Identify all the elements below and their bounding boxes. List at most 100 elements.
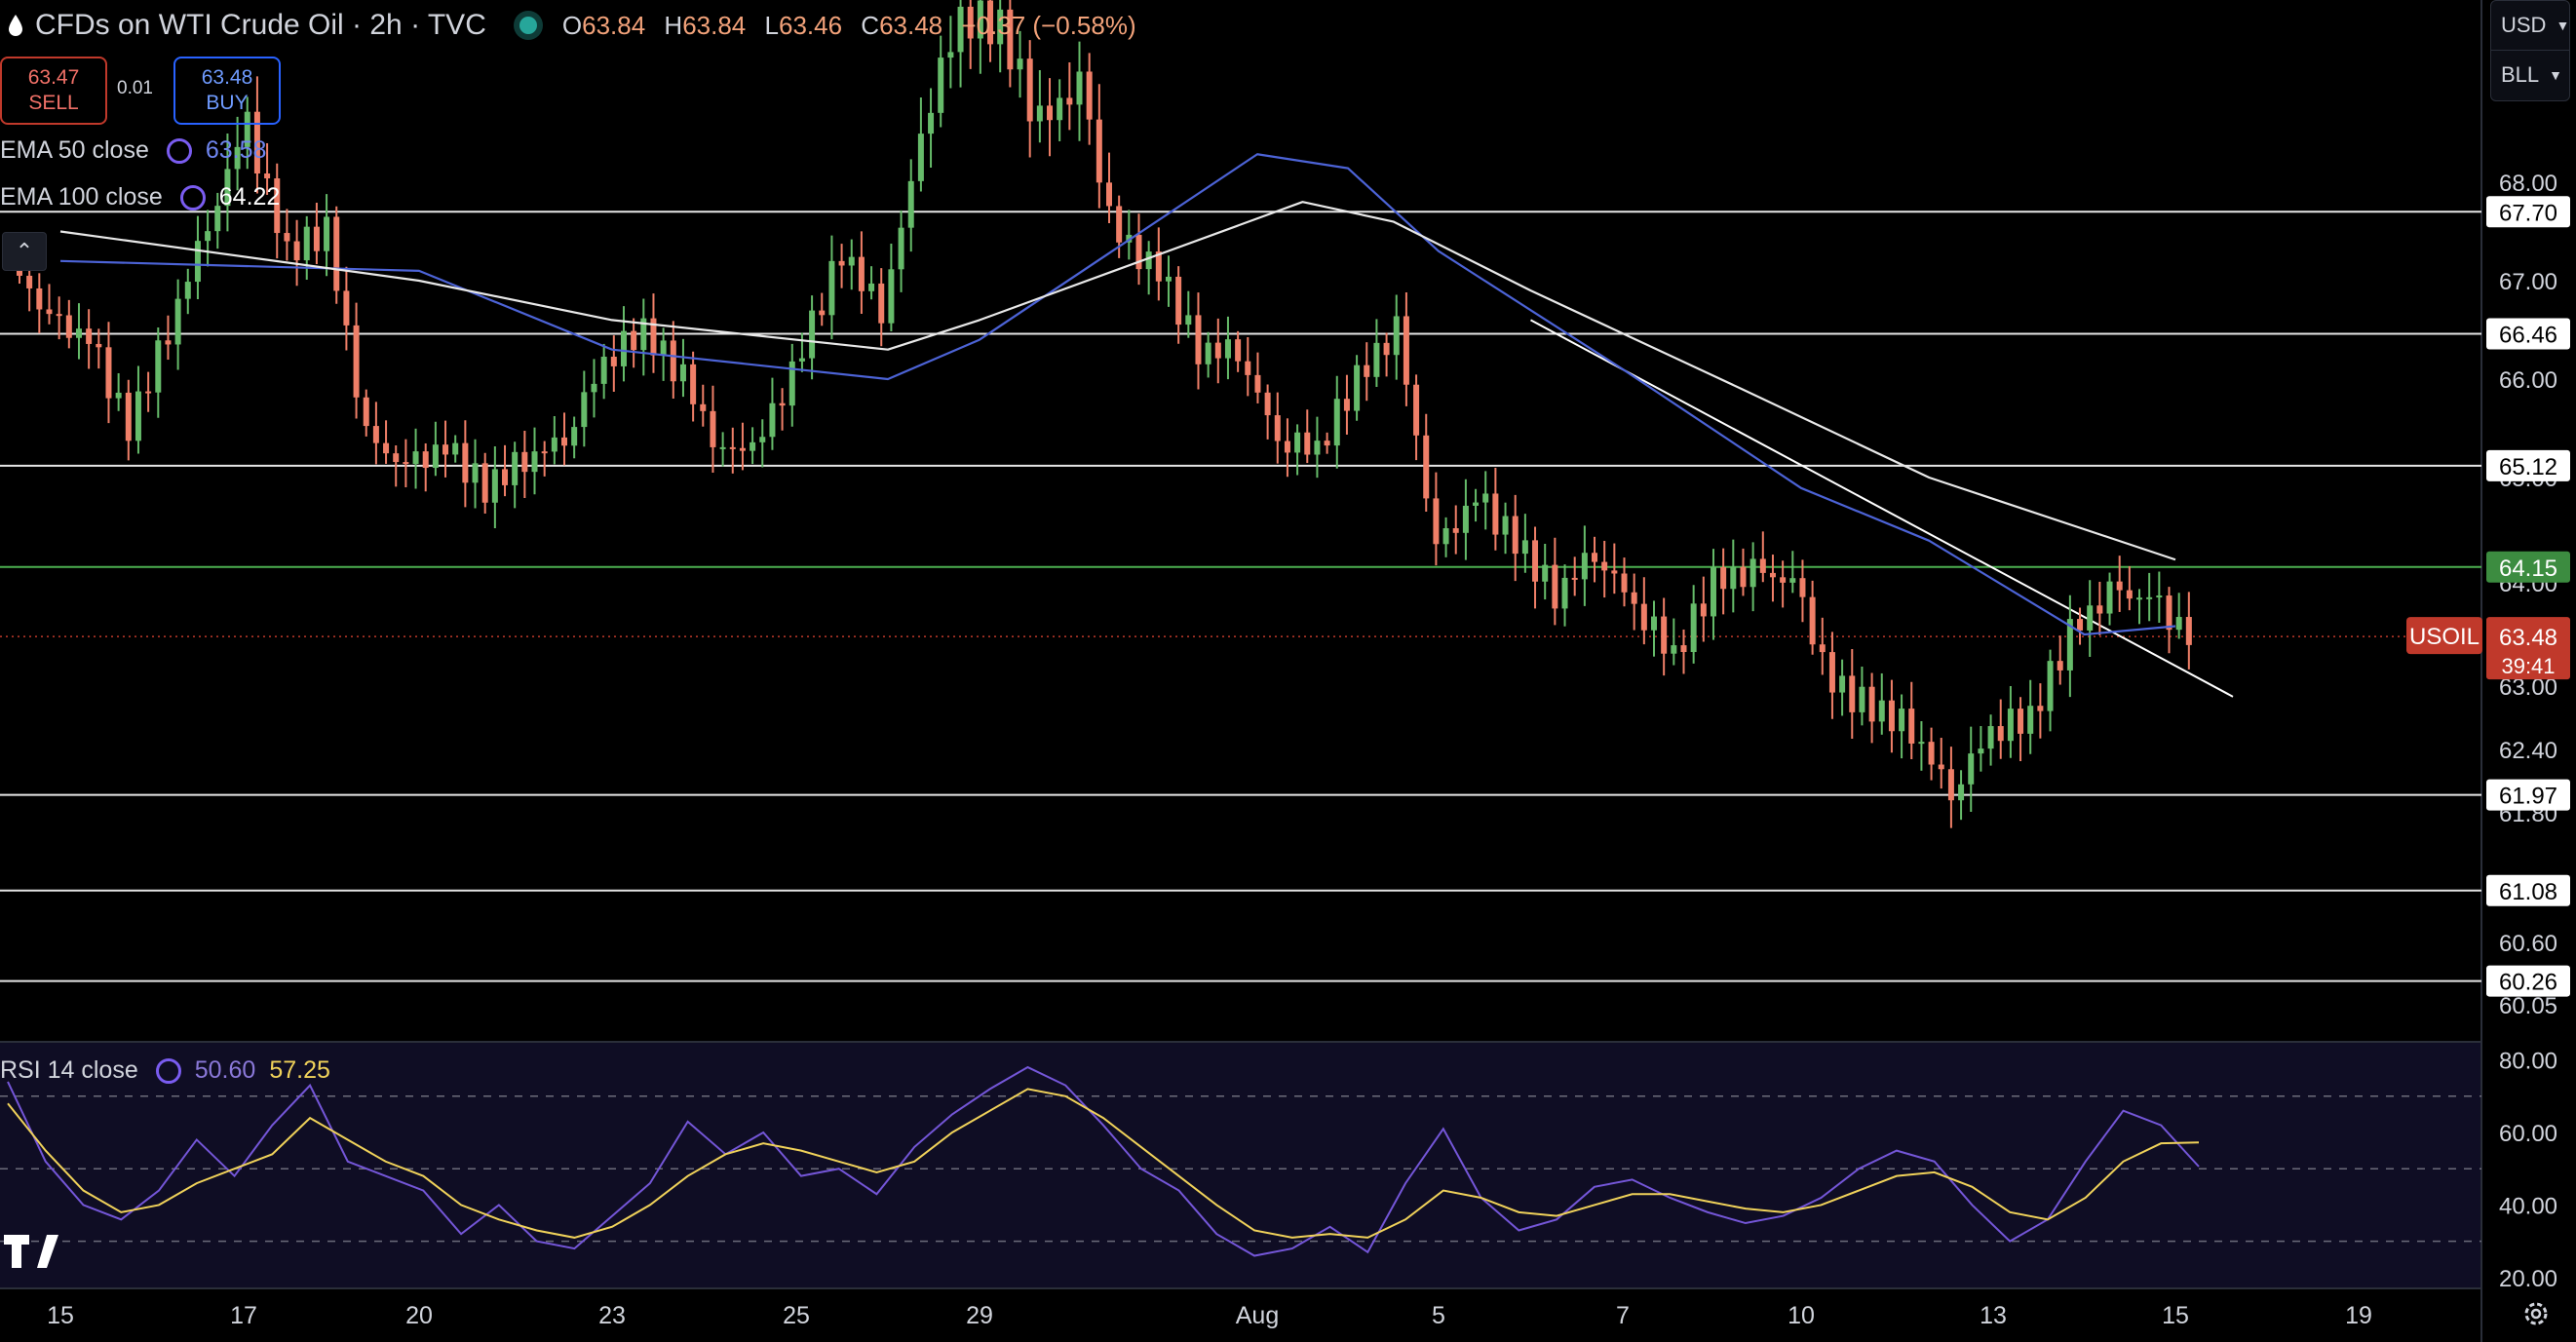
candle-body bbox=[383, 442, 390, 454]
axis-selectors: USD ▼ BLL ▼ bbox=[2490, 0, 2570, 101]
currency-select[interactable]: USD ▼ bbox=[2491, 1, 2569, 51]
candle-body bbox=[155, 340, 162, 393]
candle-body bbox=[194, 241, 201, 283]
candle-body bbox=[452, 442, 459, 455]
candle-body bbox=[591, 383, 597, 393]
candle-body bbox=[491, 469, 498, 503]
candle-body bbox=[700, 403, 707, 411]
ohlc-change: −0.37 (−0.58%) bbox=[961, 10, 1136, 40]
candle-body bbox=[1720, 567, 1727, 590]
candle-body bbox=[363, 397, 369, 427]
candle-body bbox=[710, 410, 716, 447]
ema100-label: EMA 100 close bbox=[0, 183, 163, 211]
ema50-label: EMA 50 close bbox=[0, 136, 149, 164]
symbol-title[interactable]: CFDs on WTI Crude Oil · 2h · TVC bbox=[35, 9, 486, 42]
candle-body bbox=[313, 226, 320, 251]
time-tick-9: 10 bbox=[1788, 1302, 1815, 1329]
rsi-tick-2: 40.00 bbox=[2499, 1193, 2557, 1219]
candle-body bbox=[1473, 502, 1480, 506]
candle-body bbox=[1651, 616, 1657, 631]
rsi-label: RSI 14 close bbox=[0, 1056, 138, 1084]
chart-canvas[interactable]: 68.0067.0066.0065.0064.0063.0062.4061.80… bbox=[0, 0, 2576, 1342]
candle-body bbox=[1264, 392, 1271, 416]
candle-body bbox=[551, 437, 557, 452]
candle-body bbox=[779, 403, 786, 406]
candle-body bbox=[1928, 742, 1935, 765]
candle-body bbox=[1373, 342, 1380, 377]
candle-body bbox=[512, 451, 519, 485]
candle-body bbox=[2007, 709, 2014, 742]
refresh-icon bbox=[179, 184, 206, 211]
time-tick-5: 29 bbox=[966, 1302, 993, 1329]
candle-body bbox=[610, 357, 617, 366]
candle-body bbox=[2018, 709, 2024, 734]
candle-body bbox=[2166, 595, 2172, 631]
candle-body bbox=[521, 451, 528, 473]
candle-body bbox=[412, 451, 419, 465]
candle-body bbox=[1631, 592, 1637, 604]
candle-body bbox=[1621, 573, 1628, 593]
ema100-legend[interactable]: EMA 100 close 64.22 bbox=[0, 183, 280, 211]
candle-body bbox=[1888, 700, 1895, 732]
rsi-tick-3: 20.00 bbox=[2499, 1266, 2557, 1292]
candle-body bbox=[1066, 97, 1073, 105]
candle-body bbox=[1185, 315, 1192, 326]
sell-button[interactable]: 63.47 SELL bbox=[0, 57, 107, 125]
sell-label: SELL bbox=[28, 92, 79, 114]
candle-body bbox=[878, 283, 885, 324]
candle-body bbox=[1769, 572, 1776, 578]
ema50-legend[interactable]: EMA 50 close 63.58 bbox=[0, 136, 266, 165]
candle-body bbox=[1780, 577, 1787, 583]
candle-body bbox=[1968, 753, 1975, 785]
candle-body bbox=[353, 325, 360, 398]
candle-body bbox=[1849, 675, 1856, 712]
candle-body bbox=[759, 437, 766, 442]
tradingview-logo[interactable] bbox=[4, 1225, 70, 1279]
ohlc-high-label: H bbox=[664, 10, 683, 40]
candle-body bbox=[65, 315, 72, 338]
rsi-legend[interactable]: RSI 14 close 50.60 57.25 bbox=[0, 1056, 330, 1085]
buy-button[interactable]: 63.48 BUY bbox=[173, 57, 281, 125]
candle-body bbox=[1819, 644, 1826, 653]
candle-body bbox=[46, 309, 53, 315]
time-tick-11: 15 bbox=[2162, 1302, 2189, 1329]
ohlc-open-label: O bbox=[561, 10, 583, 40]
candle-body bbox=[1047, 105, 1054, 121]
ohlc-open: 63.84 bbox=[582, 10, 646, 40]
collapse-legend-button[interactable]: ⌃ bbox=[2, 232, 47, 271]
candle-body bbox=[1452, 528, 1459, 533]
candle-body bbox=[2136, 597, 2143, 600]
candle-body bbox=[670, 340, 676, 382]
candle-body bbox=[631, 330, 637, 351]
level-badge-text-0: 67.70 bbox=[2499, 200, 2557, 226]
candle-body bbox=[1997, 726, 2004, 742]
candle-body bbox=[2047, 661, 2054, 711]
unit-select[interactable]: BLL ▼ bbox=[2491, 51, 2569, 99]
candle-body bbox=[1433, 498, 1440, 545]
candle-body bbox=[729, 446, 736, 449]
time-tick-1: 17 bbox=[230, 1302, 257, 1329]
candle-body bbox=[1393, 316, 1400, 356]
candle-body bbox=[581, 392, 588, 428]
buy-price: 63.48 bbox=[201, 66, 253, 89]
candle-body bbox=[620, 330, 627, 366]
candle-body bbox=[264, 173, 271, 179]
countdown-text: 39:41 bbox=[2501, 654, 2555, 678]
candle-body bbox=[1661, 616, 1668, 654]
symbol-tag-text: USOIL bbox=[2409, 624, 2480, 650]
candle-body bbox=[1205, 342, 1211, 364]
candle-body bbox=[750, 441, 756, 451]
candle-body bbox=[868, 283, 875, 291]
candle-body bbox=[819, 310, 826, 316]
level-badge-text-2: 65.12 bbox=[2499, 454, 2557, 480]
candle-body bbox=[1899, 709, 1905, 732]
candle-body bbox=[1938, 764, 1944, 770]
candle-body bbox=[125, 392, 132, 441]
rsi-tick-1: 60.00 bbox=[2499, 1121, 2557, 1147]
candle-body bbox=[1175, 276, 1182, 326]
candle-body bbox=[372, 426, 379, 443]
candle-body bbox=[838, 260, 845, 266]
candle-body bbox=[1383, 342, 1390, 356]
candle-body bbox=[1314, 441, 1321, 455]
gear-icon[interactable] bbox=[2521, 1299, 2551, 1328]
